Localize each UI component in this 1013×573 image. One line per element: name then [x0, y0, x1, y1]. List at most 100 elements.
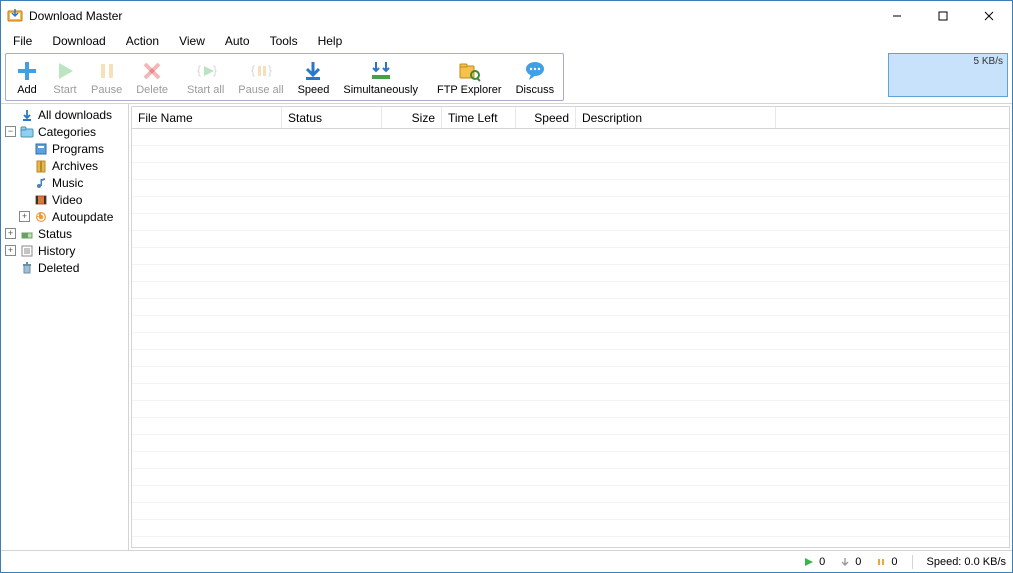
- status-paused: 0: [875, 556, 897, 568]
- empty-row: [132, 197, 1009, 214]
- delete-button: Delete: [129, 56, 175, 99]
- history-icon: [19, 243, 35, 259]
- column-time-left[interactable]: Time Left: [442, 107, 516, 128]
- start-button: Start: [46, 56, 84, 99]
- pauseall-icon: {}: [249, 59, 273, 83]
- status-queued-count: 0: [855, 556, 861, 568]
- column-file-name[interactable]: File Name: [132, 107, 282, 128]
- column-speed[interactable]: Speed: [516, 107, 576, 128]
- tree-node-video[interactable]: Video: [3, 191, 128, 208]
- speed-label: Speed: [298, 84, 330, 96]
- svg-text:}: }: [268, 63, 272, 77]
- svg-text:}: }: [213, 63, 217, 77]
- tree-panel: All downloads−CategoriesPrograms Archives…: [1, 104, 129, 550]
- speed-icon: [301, 59, 325, 83]
- empty-row: [132, 180, 1009, 197]
- status-queued: 0: [839, 556, 861, 568]
- menu-download[interactable]: Download: [44, 32, 113, 50]
- music-icon: [33, 175, 49, 191]
- column-size[interactable]: Size: [382, 107, 442, 128]
- menu-view[interactable]: View: [171, 32, 213, 50]
- empty-row: [132, 333, 1009, 350]
- expander-icon[interactable]: +: [5, 245, 16, 256]
- tree-node-deleted[interactable]: Deleted: [3, 259, 128, 276]
- empty-row: [132, 299, 1009, 316]
- startall-icon: {}: [194, 59, 218, 83]
- ftpexplorer-button[interactable]: FTP Explorer: [430, 56, 509, 99]
- svg-text:{: {: [197, 63, 201, 77]
- toolbar-wrap: AddStartPauseDelete{}Start all{}Pause al…: [1, 51, 1012, 103]
- empty-row: [132, 469, 1009, 486]
- tree-node-all[interactable]: All downloads: [3, 106, 128, 123]
- rows-area[interactable]: [132, 129, 1009, 547]
- tree-node-archives[interactable]: Archives: [3, 157, 128, 174]
- empty-row: [132, 163, 1009, 180]
- speed-graph[interactable]: 5 KB/s: [888, 53, 1008, 97]
- minimize-button[interactable]: [874, 1, 920, 31]
- status-separator: [912, 555, 913, 569]
- toolbar: AddStartPauseDelete{}Start all{}Pause al…: [5, 53, 564, 101]
- tree-node-music[interactable]: Music: [3, 174, 128, 191]
- tree-node-status[interactable]: + Status: [3, 225, 128, 242]
- tree-label: Status: [38, 227, 72, 241]
- maximize-button[interactable]: [920, 1, 966, 31]
- column-status[interactable]: Status: [282, 107, 382, 128]
- tree-label: Archives: [52, 159, 98, 173]
- expander-spacer: [19, 143, 30, 154]
- discuss-label: Discuss: [516, 84, 555, 96]
- downloads-icon: [19, 107, 35, 123]
- deleted-icon: [19, 260, 35, 276]
- pause-button: Pause: [84, 56, 129, 99]
- speed-button[interactable]: Speed: [291, 56, 337, 99]
- menu-tools[interactable]: Tools: [262, 32, 306, 50]
- status-speed-text: Speed: 0.0 KB/s: [927, 556, 1007, 568]
- empty-row: [132, 350, 1009, 367]
- discuss-button[interactable]: Discuss: [509, 56, 562, 99]
- tree-label: Deleted: [38, 261, 79, 275]
- simultaneously-button[interactable]: Simultaneously: [336, 56, 425, 99]
- menu-file[interactable]: File: [5, 32, 40, 50]
- delete-icon: [140, 59, 164, 83]
- tree-node-categories[interactable]: −Categories: [3, 123, 128, 140]
- tree-label: Video: [52, 193, 82, 207]
- expander-spacer: [19, 194, 30, 205]
- empty-row: [132, 384, 1009, 401]
- add-button[interactable]: Add: [8, 56, 46, 99]
- pauseall-label: Pause all: [238, 84, 283, 96]
- download-small-icon: [839, 556, 851, 568]
- tree-node-autoupdate[interactable]: +Autoupdate: [3, 208, 128, 225]
- status-icon: [19, 226, 35, 242]
- folder-icon: [19, 124, 35, 140]
- empty-row: [132, 146, 1009, 163]
- add-label: Add: [17, 84, 37, 96]
- empty-row: [132, 248, 1009, 265]
- start-label: Start: [53, 84, 76, 96]
- expander-icon[interactable]: +: [5, 228, 16, 239]
- collapser-icon[interactable]: −: [5, 126, 16, 137]
- simultaneously-label: Simultaneously: [343, 84, 418, 96]
- pause-label: Pause: [91, 84, 122, 96]
- app-icon: [7, 8, 23, 24]
- main-area: All downloads−CategoriesPrograms Archives…: [1, 103, 1012, 550]
- speed-graph-container: 5 KB/s: [566, 53, 1008, 101]
- delete-label: Delete: [136, 84, 168, 96]
- tree-label: Music: [52, 176, 83, 190]
- close-button[interactable]: [966, 1, 1012, 31]
- downloads-list: File NameStatusSizeTime LeftSpeedDescrip…: [131, 106, 1010, 548]
- tree-node-history[interactable]: + History: [3, 242, 128, 259]
- empty-row: [132, 367, 1009, 384]
- ftpexplorer-label: FTP Explorer: [437, 84, 502, 96]
- empty-row: [132, 435, 1009, 452]
- status-paused-count: 0: [891, 556, 897, 568]
- play-icon: [803, 556, 815, 568]
- empty-row: [132, 316, 1009, 333]
- tree-node-programs[interactable]: Programs: [3, 140, 128, 157]
- menu-auto[interactable]: Auto: [217, 32, 258, 50]
- empty-row: [132, 214, 1009, 231]
- menu-action[interactable]: Action: [118, 32, 167, 50]
- menu-help[interactable]: Help: [310, 32, 351, 50]
- expander-icon[interactable]: +: [19, 211, 30, 222]
- pause-small-icon: [875, 556, 887, 568]
- tree-label: History: [38, 244, 75, 258]
- column-description[interactable]: Description: [576, 107, 776, 128]
